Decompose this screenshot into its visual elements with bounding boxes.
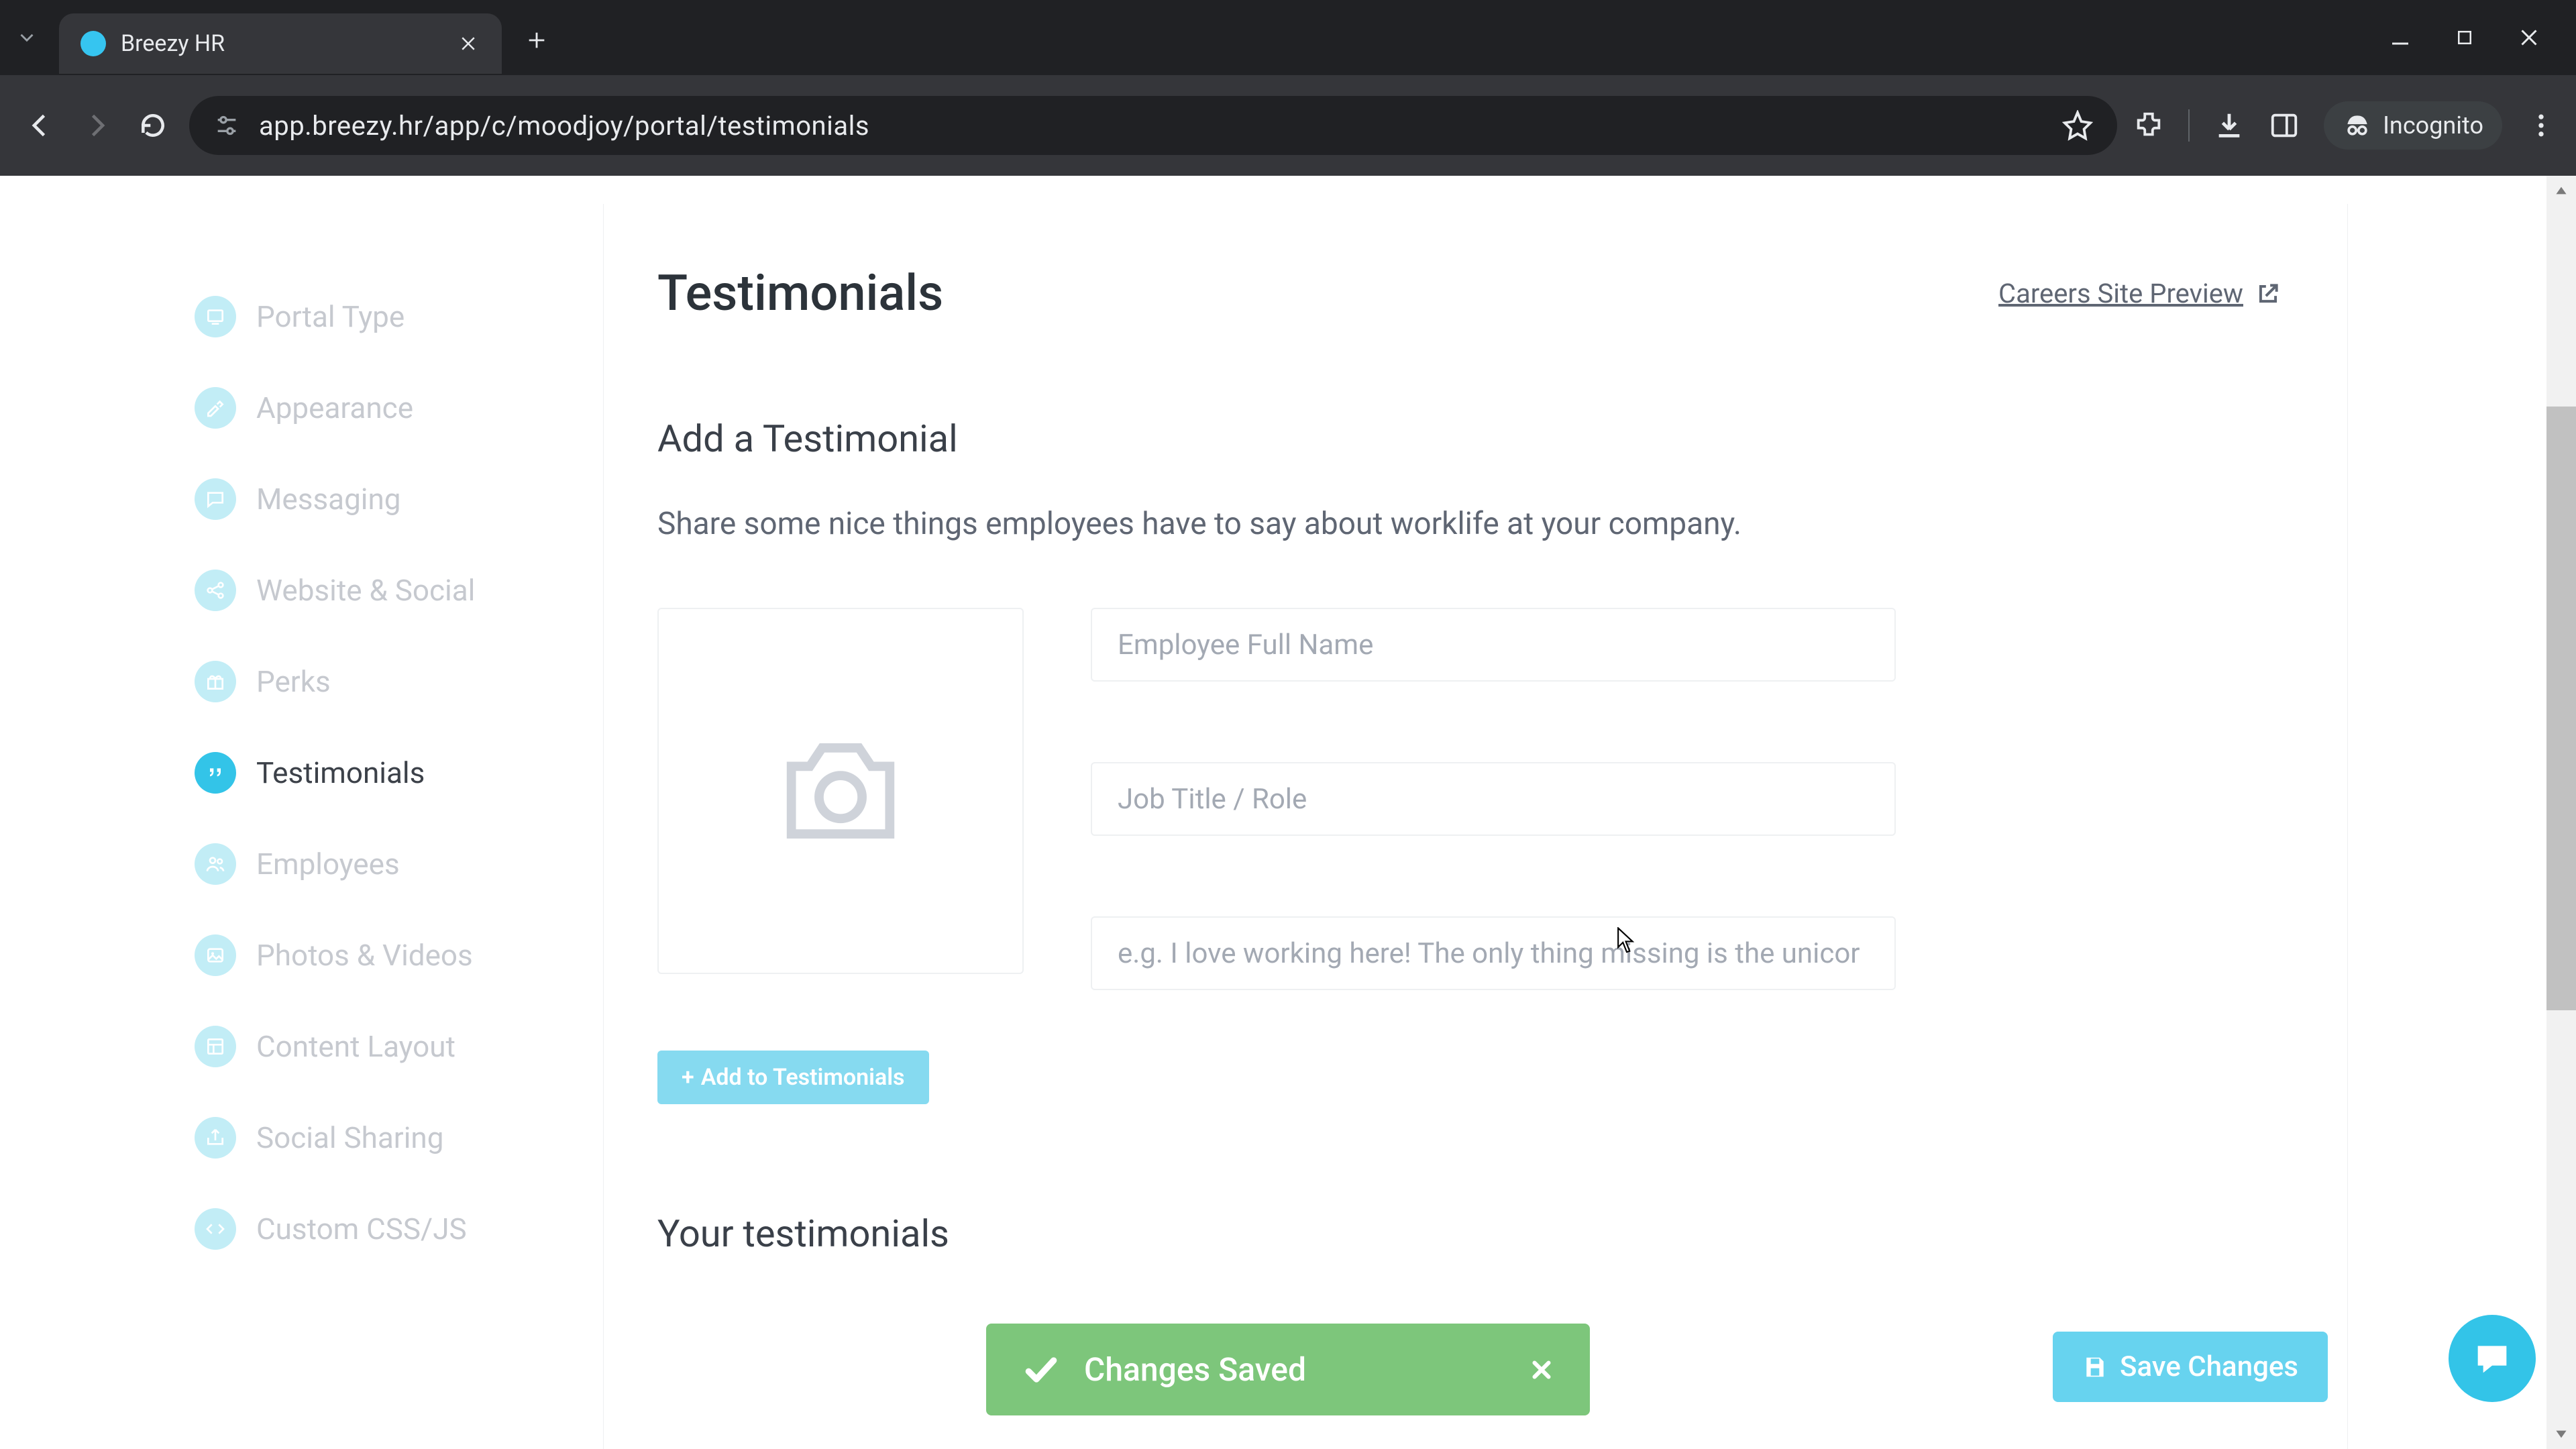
sidebar-item-website-social[interactable]: Website & Social	[195, 545, 603, 636]
sidebar-item-messaging[interactable]: Messaging	[195, 453, 603, 545]
save-button-label: Save Changes	[2120, 1350, 2298, 1383]
favicon-icon	[80, 31, 106, 56]
tab-title: Breezy HR	[121, 30, 441, 57]
browser-tab[interactable]: Breezy HR	[59, 13, 502, 74]
social-share-icon	[195, 1117, 236, 1159]
external-link-icon	[2255, 281, 2281, 307]
plus-icon: +	[682, 1064, 694, 1091]
users-icon	[195, 843, 236, 885]
scrollbar-track[interactable]	[2546, 205, 2576, 1419]
incognito-label: Incognito	[2383, 111, 2483, 140]
sidebar-item-custom-css-js[interactable]: Custom CSS/JS	[195, 1183, 603, 1275]
add-to-testimonials-button[interactable]: + Add to Testimonials	[657, 1051, 929, 1104]
toast-close-button[interactable]	[1529, 1358, 1554, 1382]
checkmark-icon	[1022, 1351, 1060, 1389]
sidebar-item-social-sharing[interactable]: Social Sharing	[195, 1092, 603, 1183]
photo-upload[interactable]	[657, 608, 1024, 974]
section-title: Add a Testimonial	[657, 417, 2281, 461]
quote-icon	[195, 752, 236, 794]
sidebar-item-label: Testimonials	[256, 755, 425, 790]
browser-chrome: Breezy HR	[0, 0, 2576, 176]
page-header: Testimonials Careers Site Preview	[657, 264, 2281, 323]
sidebar-item-label: Photos & Videos	[256, 938, 473, 973]
side-panel-icon[interactable]	[2269, 110, 2300, 141]
sidebar-item-testimonials[interactable]: Testimonials	[195, 727, 603, 818]
minimize-button[interactable]	[2387, 24, 2414, 51]
job-title-input[interactable]	[1091, 762, 1896, 836]
scroll-down-arrow[interactable]	[2546, 1419, 2576, 1449]
sidebar-item-photos-videos[interactable]: Photos & Videos	[195, 910, 603, 1001]
add-button-label: Add to Testimonials	[701, 1064, 905, 1091]
camera-icon	[760, 717, 921, 865]
sidebar-item-label: Appearance	[256, 390, 413, 425]
sidebar-item-employees[interactable]: Employees	[195, 818, 603, 910]
careers-preview-link[interactable]: Careers Site Preview	[1998, 278, 2281, 309]
reload-button[interactable]	[133, 105, 173, 146]
sidebar-item-label: Custom CSS/JS	[256, 1212, 467, 1246]
new-tab-button[interactable]	[518, 21, 555, 59]
vertical-scrollbar[interactable]	[2546, 176, 2576, 1449]
divider	[2347, 204, 2348, 1449]
window-controls	[2387, 24, 2568, 51]
address-bar[interactable]: app.breezy.hr/app/c/moodjoy/portal/testi…	[189, 96, 2117, 155]
messaging-icon	[195, 478, 236, 520]
sidebar-item-label: Social Sharing	[256, 1120, 443, 1155]
site-settings-icon[interactable]	[213, 112, 240, 139]
testimonial-form	[657, 608, 2281, 990]
tab-search-dropdown[interactable]	[8, 19, 46, 56]
page-content: Portal Type Appearance Messaging Website…	[0, 176, 2576, 1449]
toast-notification: Changes Saved	[986, 1324, 1590, 1415]
sidebar-item-appearance[interactable]: Appearance	[195, 362, 603, 453]
scroll-up-arrow[interactable]	[2546, 176, 2576, 205]
testimonial-quote-input[interactable]	[1091, 916, 1896, 990]
gift-icon	[195, 661, 236, 702]
sidebar-item-label: Employees	[256, 847, 400, 881]
sidebar-item-content-layout[interactable]: Content Layout	[195, 1001, 603, 1092]
toolbar-right-icons: Incognito	[2133, 101, 2556, 150]
menu-button[interactable]	[2526, 111, 2556, 140]
downloads-icon[interactable]	[2214, 110, 2245, 141]
url-text: app.breezy.hr/app/c/moodjoy/portal/testi…	[259, 110, 869, 142]
save-changes-button[interactable]: Save Changes	[2053, 1332, 2328, 1402]
separator	[2188, 109, 2190, 142]
media-icon	[195, 934, 236, 976]
maximize-button[interactable]	[2451, 24, 2478, 51]
sidebar-item-label: Portal Type	[256, 299, 405, 334]
chat-support-button[interactable]	[2449, 1315, 2536, 1402]
your-testimonials-section: Your testimonials	[657, 1212, 2281, 1256]
browser-toolbar: app.breezy.hr/app/c/moodjoy/portal/testi…	[0, 75, 2576, 176]
preview-link-label: Careers Site Preview	[1998, 278, 2243, 309]
chat-icon	[2471, 1337, 2514, 1380]
sidebar-item-portal-type[interactable]: Portal Type	[195, 271, 603, 362]
sidebar-item-label: Content Layout	[256, 1029, 455, 1064]
share-icon	[195, 570, 236, 611]
sidebar: Portal Type Appearance Messaging Website…	[0, 204, 604, 1449]
tab-strip: Breezy HR	[0, 0, 2576, 75]
main-content: Testimonials Careers Site Preview Add a …	[604, 204, 2348, 1449]
incognito-badge[interactable]: Incognito	[2324, 101, 2502, 150]
scrollbar-thumb[interactable]	[2546, 407, 2576, 1010]
layout-icon	[195, 1026, 236, 1067]
sidebar-item-perks[interactable]: Perks	[195, 636, 603, 727]
portal-type-icon	[195, 296, 236, 337]
sidebar-item-label: Messaging	[256, 482, 401, 517]
your-testimonials-title: Your testimonials	[657, 1212, 2281, 1256]
extensions-icon[interactable]	[2133, 110, 2164, 141]
window-close-button[interactable]	[2516, 24, 2542, 51]
employee-name-input[interactable]	[1091, 608, 1896, 682]
page-title: Testimonials	[657, 264, 943, 323]
sidebar-item-label: Perks	[256, 664, 331, 699]
toast-message: Changes Saved	[1084, 1350, 1505, 1389]
form-fields	[1091, 608, 1896, 990]
forward-button[interactable]	[76, 105, 117, 146]
section-description: Share some nice things employees have to…	[657, 501, 2281, 547]
appearance-icon	[195, 387, 236, 429]
bookmark-star-icon[interactable]	[2062, 110, 2093, 141]
tab-close-button[interactable]	[456, 32, 480, 56]
back-button[interactable]	[20, 105, 60, 146]
save-icon	[2082, 1354, 2108, 1380]
code-icon	[195, 1208, 236, 1250]
sidebar-item-label: Website & Social	[256, 573, 475, 608]
